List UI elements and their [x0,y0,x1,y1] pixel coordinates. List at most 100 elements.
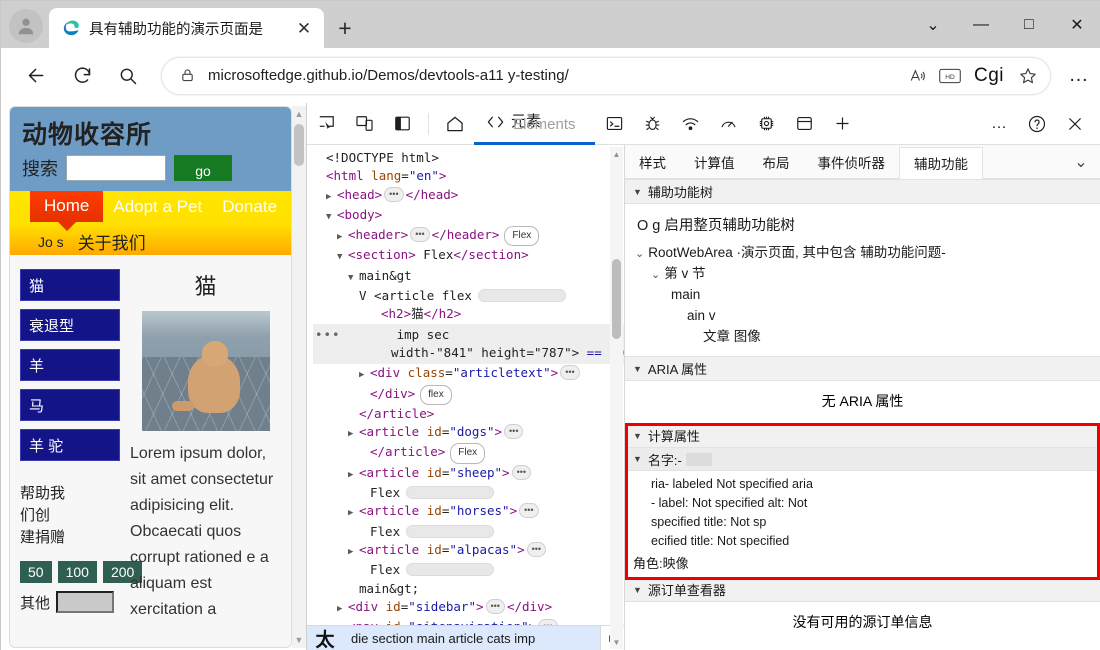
tab-actions-chevron-icon[interactable]: ⌄ [909,1,957,48]
section-header-source-order[interactable]: ▼ 源订单查看器 [625,577,1100,602]
sources-bug-icon[interactable] [636,107,668,141]
profile-initials-badge[interactable]: Cgi [966,65,1012,87]
section-header-computed-properties[interactable]: ▼ 计算属性 [625,423,1100,448]
dom-node-row[interactable]: </div> flex [313,384,624,405]
search-button[interactable] [109,57,147,95]
dom-node-row[interactable]: <h2>猫</h2> [313,305,624,323]
dock-side-icon[interactable] [386,107,418,141]
category-button-sheep[interactable]: 羊 [20,349,120,381]
dom-node-row-selected[interactable]: ••• imp sec width-"841" height="787"> == $… [313,323,624,365]
console-icon[interactable] [598,107,630,141]
subtab-overflow-chevron-icon[interactable]: ⌄ [1068,145,1094,179]
donation-other-input[interactable] [56,591,115,613]
back-button[interactable] [17,57,55,95]
page-scroll-thumb[interactable] [294,124,304,166]
dom-node-row[interactable]: Flex [313,484,624,502]
section-header-aria-attributes[interactable]: ▼ ARIA 属性 [625,356,1100,381]
dom-scroll-thumb[interactable] [612,259,621,339]
dom-node-row[interactable]: ▼ <body> [313,206,624,226]
dom-node-row[interactable]: Flex [313,561,624,579]
disclosure-triangle-icon[interactable]: ▶ [337,600,348,618]
maximize-button[interactable]: □ [1005,1,1053,48]
omnibox[interactable]: microsoftedge.github.io/Demos/devtools-a… [161,56,1051,95]
dom-node-row[interactable]: ▶ <article id="dogs"> ••• [313,423,624,443]
dom-node-row[interactable]: V <article flex [313,287,624,305]
dom-tree-scrollbar[interactable]: ▲ ▼ [610,147,623,649]
dom-node-row[interactable]: <html lang="en"> [313,167,624,185]
computed-name-row[interactable]: ▼ 名字:- [625,448,1100,471]
disclosure-triangle-icon[interactable]: ▶ [348,543,359,561]
category-button-dogs[interactable]: 衰退型 [20,309,120,341]
dom-node-row[interactable]: ▶ <head> ••• </head> [313,186,624,206]
dom-node-row[interactable]: </article> Flex [313,443,624,464]
dom-scroll-up-icon[interactable]: ▲ [610,147,623,161]
disclosure-triangle-icon[interactable]: ▶ [359,366,370,384]
nav-item-donate[interactable]: Donate [212,191,287,223]
a11y-tree-node[interactable]: 文章 图像 [635,327,1090,348]
hd-badge-icon[interactable]: HD [934,61,966,91]
disclosure-triangle-icon[interactable]: ▶ [337,620,348,625]
inspect-element-icon[interactable] [310,107,342,141]
devtools-help-button[interactable] [1021,107,1053,141]
dom-node-row[interactable]: ▶<nav id="sitenavigation">••• [313,618,624,625]
subtab-event-listeners[interactable]: 事件侦听器 [804,145,900,178]
close-window-button[interactable]: ✕ [1053,1,1100,48]
a11y-tree-node[interactable]: ain v [635,306,1090,327]
a11y-tree-node[interactable]: main [635,285,1090,306]
dom-node-row[interactable]: ▶ <article id="horses"> ••• [313,502,624,522]
dom-node-row[interactable]: ▶ <article id="sheep"> ••• [313,464,624,484]
breadcrumb-path[interactable]: die section main article cats imp [343,625,600,650]
nav-item-adopt[interactable]: Adopt a Pet [103,191,212,223]
disclosure-triangle-icon[interactable]: ▼ [348,269,359,287]
section-header-a11y-tree[interactable]: ▼ 辅助功能树 [625,179,1100,204]
category-button-alpacas[interactable]: 羊 驼 [20,429,120,461]
disclosure-chevron-icon[interactable]: ⌄ [635,248,644,260]
performance-gauge-icon[interactable] [712,107,744,141]
memory-chip-icon[interactable] [750,107,782,141]
donate-amount-50[interactable]: 50 [20,561,52,583]
tab-elements[interactable]: 元素 Elements [474,103,595,145]
scroll-up-arrow-icon[interactable]: ▲ [292,106,306,122]
a11y-tree-nodes[interactable]: ⌄ RootWebArea ·演示页面, 其中包含 辅助功能问题- ⌄ 第 v 节 ma… [635,243,1090,348]
subtab-styles[interactable]: 样式 [625,145,680,178]
disclosure-triangle-icon[interactable]: ▼ [326,208,337,226]
reload-button[interactable] [63,57,101,95]
subtab-layout[interactable]: 布局 [749,145,804,178]
disclosure-triangle-icon[interactable]: ▶ [326,188,337,206]
read-aloud-icon[interactable] [902,61,934,91]
scroll-down-arrow-icon[interactable]: ▼ [292,632,306,648]
dom-node-row[interactable]: </article> [313,405,624,423]
dom-node-row[interactable]: ▶ <header> ••• </header> Flex [313,226,624,247]
network-wifi-icon[interactable] [674,107,706,141]
browser-tab[interactable]: 具有辅助功能的演示页面是 ✕ [49,8,324,48]
minimize-button[interactable]: — [957,1,1005,48]
dom-node-row[interactable]: Flex [313,523,624,541]
page-scrollbar[interactable]: ▲ ▼ [292,106,306,648]
site-search-go-button[interactable]: go [174,155,232,181]
nav-item-jobs[interactable]: Jo s [38,234,64,250]
tab-close-icon[interactable]: ✕ [292,16,316,40]
dom-node-row[interactable]: ▼ <section> Flex</section> [313,246,624,266]
subtab-accessibility[interactable]: 辅助功能 [899,147,983,179]
profile-avatar-button[interactable] [9,9,43,43]
site-search-input[interactable] [66,155,166,181]
dom-node-row[interactable]: ▶ <div class="articletext"> ••• [313,364,624,384]
donate-amount-100[interactable]: 100 [57,561,97,583]
dom-node-row[interactable]: ▶ <div id="sidebar"> ••• </div> [313,598,624,618]
devtools-more-button[interactable]: … [983,107,1015,141]
full-page-a11y-tree-toggle[interactable]: O g 启用整页辅助功能树 [635,210,1090,243]
dom-node-row[interactable]: main&gt; [313,580,624,598]
dom-node-row[interactable]: ▶ <article id="alpacas"> ••• [313,541,624,561]
subtab-computed[interactable]: 计算值 [680,145,749,178]
disclosure-triangle-icon[interactable]: ▼ [337,248,348,266]
category-button-cats[interactable]: 猫 [20,269,120,301]
application-icon[interactable] [788,107,820,141]
new-tab-button[interactable]: + [331,14,359,42]
add-panel-icon[interactable] [826,107,858,141]
dom-node-row[interactable]: ▼ main&gt [313,267,624,287]
disclosure-triangle-icon[interactable]: ▶ [348,466,359,484]
node-actions-icon[interactable]: ••• [315,327,341,342]
disclosure-triangle-icon[interactable]: ▶ [348,425,359,443]
disclosure-triangle-icon[interactable]: ▶ [348,504,359,522]
dom-tree[interactable]: <!DOCTYPE html> <html lang="en"> ▶ <head> ••… [307,145,624,625]
